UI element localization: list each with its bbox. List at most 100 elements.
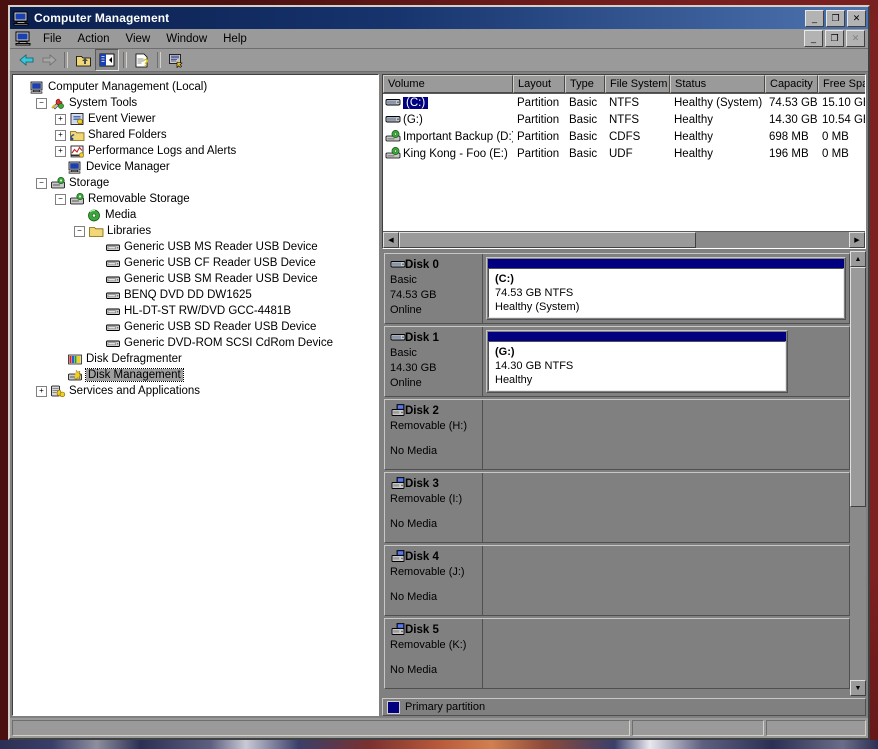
tree-item-label: Media xyxy=(105,209,136,221)
column-header-type[interactable]: Type xyxy=(565,75,605,93)
disk-row[interactable]: Disk 3Removable (I:)No Media xyxy=(384,472,850,543)
volume-list[interactable]: VolumeLayoutTypeFile SystemStatusCapacit… xyxy=(382,74,866,249)
console-tree-pane[interactable]: Computer Management (Local)− System Tool… xyxy=(12,74,379,716)
column-header-capacity[interactable]: Capacity xyxy=(765,75,818,93)
column-header-free-space[interactable]: Free Space xyxy=(818,75,866,93)
partition-type-bar xyxy=(488,259,844,268)
tree-item-device-manager[interactable]: Device Manager xyxy=(17,159,378,175)
cell-file-system: CDFS xyxy=(605,131,670,143)
hscroll-right-button[interactable]: ▶ xyxy=(849,232,865,248)
disk-name: Disk 4 xyxy=(405,551,439,563)
partition-block[interactable]: (C:)74.53 GB NTFSHealthy (System) xyxy=(486,257,846,320)
tree-item-shared-folders[interactable]: + Shared Folders xyxy=(17,127,378,143)
details-pane: VolumeLayoutTypeFile SystemStatusCapacit… xyxy=(382,74,866,716)
back-button[interactable] xyxy=(15,50,37,70)
tree-item-benq-dvd-dd-dw1625[interactable]: BENQ DVD DD DW1625 xyxy=(17,287,378,303)
disk-name: Disk 3 xyxy=(405,478,439,490)
show-hide-tree-button[interactable] xyxy=(95,49,119,71)
volume-list-header[interactable]: VolumeLayoutTypeFile SystemStatusCapacit… xyxy=(383,75,865,94)
tree-item-disk-defragmenter[interactable]: Disk Defragmenter xyxy=(17,351,378,367)
vscroll-track-lower[interactable] xyxy=(850,507,866,680)
tree-item-libraries[interactable]: −Libraries xyxy=(17,223,378,239)
tree-item-label: Removable Storage xyxy=(88,193,190,205)
menu-file[interactable]: File xyxy=(35,31,70,47)
hscroll-track[interactable] xyxy=(399,232,849,248)
menu-help[interactable]: Help xyxy=(215,31,255,47)
volume-list-body[interactable]: (C:)PartitionBasicNTFSHealthy (System)74… xyxy=(383,94,865,231)
disk-capacity: 74.53 GB xyxy=(390,288,482,302)
partition-block[interactable]: (G:)14.30 GB NTFSHealthy xyxy=(486,330,788,393)
tree-item-services-and-applications[interactable]: + Services and Applications xyxy=(17,383,378,399)
mdi-minimize-button[interactable]: _ xyxy=(804,30,823,47)
column-header-volume[interactable]: Volume xyxy=(383,75,513,93)
tree-item-computer-management-local[interactable]: Computer Management (Local) xyxy=(17,79,378,95)
table-row[interactable]: (G:)PartitionBasicNTFSHealthy14.30 GB10.… xyxy=(383,111,865,128)
computer-icon xyxy=(67,160,83,175)
tree-item-generic-usb-sd-reader-usb-device[interactable]: Generic USB SD Reader USB Device xyxy=(17,319,378,335)
vscroll-up-button[interactable]: ▲ xyxy=(850,251,866,267)
tree-item-generic-usb-cf-reader-usb-device[interactable]: Generic USB CF Reader USB Device xyxy=(17,255,378,271)
disk-row[interactable]: Disk 2Removable (H:)No Media xyxy=(384,399,850,470)
tree-item-system-tools[interactable]: − System Tools xyxy=(17,95,378,111)
removable-disk-icon xyxy=(390,476,405,491)
expand-icon[interactable]: + xyxy=(36,386,47,397)
disk-row[interactable]: Disk 5Removable (K:)No Media xyxy=(384,618,850,689)
tree-item-storage[interactable]: − Storage xyxy=(17,175,378,191)
expand-icon[interactable]: + xyxy=(55,146,66,157)
volume-list-hscrollbar[interactable]: ◀ ▶ xyxy=(383,231,865,248)
disk-name: Disk 1 xyxy=(405,332,439,344)
disk-info-panel[interactable]: Disk 2Removable (H:)No Media xyxy=(385,400,483,469)
close-button[interactable]: ✕ xyxy=(847,10,866,27)
disk-info-panel[interactable]: Disk 1Basic14.30 GBOnline xyxy=(385,327,483,396)
tree-item-generic-usb-sm-reader-usb-device[interactable]: Generic USB SM Reader USB Device xyxy=(17,271,378,287)
maximize-button[interactable]: ❐ xyxy=(826,10,845,27)
tree-item-generic-usb-ms-reader-usb-device[interactable]: Generic USB MS Reader USB Device xyxy=(17,239,378,255)
table-row[interactable]: King Kong - Foo (E:)PartitionBasicUDFHea… xyxy=(383,145,865,162)
disk-map-content[interactable]: Disk 0Basic74.53 GBOnline(C:)74.53 GB NT… xyxy=(382,251,850,696)
cell-layout: Partition xyxy=(513,97,565,109)
properties-button[interactable]: ? xyxy=(131,50,153,70)
disk-row[interactable]: Disk 0Basic74.53 GBOnline(C:)74.53 GB NT… xyxy=(384,253,850,324)
vscroll-thumb[interactable] xyxy=(850,267,866,507)
menu-window[interactable]: Window xyxy=(158,31,215,47)
tree-item-generic-dvd-rom-scsi-cdrom-device[interactable]: Generic DVD-ROM SCSI CdRom Device xyxy=(17,335,378,351)
collapse-icon[interactable]: − xyxy=(36,98,47,109)
minimize-button[interactable]: _ xyxy=(805,10,824,27)
tree-item-hl-dt-st-rw-dvd-gcc-4481b[interactable]: HL-DT-ST RW/DVD GCC-4481B xyxy=(17,303,378,319)
disk-title: Disk 1 xyxy=(390,330,482,345)
disk-info-panel[interactable]: Disk 4Removable (J:)No Media xyxy=(385,546,483,615)
hscroll-left-button[interactable]: ◀ xyxy=(383,232,399,248)
hscroll-thumb[interactable] xyxy=(399,232,696,248)
window-body: Computer Management (Local)− System Tool… xyxy=(10,72,868,718)
disk-info-panel[interactable]: Disk 3Removable (I:)No Media xyxy=(385,473,483,542)
tree-item-performance-logs-and-alerts[interactable]: + Performance Logs and Alerts xyxy=(17,143,378,159)
disk-info-panel[interactable]: Disk 5Removable (K:)No Media xyxy=(385,619,483,688)
tree-item-event-viewer[interactable]: + Event Viewer xyxy=(17,111,378,127)
disk-map-vscrollbar[interactable]: ▲ ▼ xyxy=(850,251,866,696)
menu-action[interactable]: Action xyxy=(70,31,118,47)
column-header-status[interactable]: Status xyxy=(670,75,765,93)
collapse-icon[interactable]: − xyxy=(36,178,47,189)
disk-info-panel[interactable]: Disk 0Basic74.53 GBOnline xyxy=(385,254,483,323)
mdi-restore-button[interactable]: ❐ xyxy=(825,30,844,47)
up-one-level-button[interactable] xyxy=(72,50,94,70)
menu-view[interactable]: View xyxy=(118,31,159,47)
table-row[interactable]: (C:)PartitionBasicNTFSHealthy (System)74… xyxy=(383,94,865,111)
taskbar[interactable] xyxy=(0,740,878,749)
column-header-layout[interactable]: Layout xyxy=(513,75,565,93)
rescan-disks-button[interactable] xyxy=(165,50,187,70)
collapse-icon[interactable]: − xyxy=(74,226,85,237)
column-header-file-system[interactable]: File System xyxy=(605,75,670,93)
disk-row[interactable]: Disk 1Basic14.30 GBOnline(G:)14.30 GB NT… xyxy=(384,326,850,397)
window-titlebar[interactable]: Computer Management _ ❐ ✕ xyxy=(10,7,868,29)
disk-row[interactable]: Disk 4Removable (J:)No Media xyxy=(384,545,850,616)
tree-item-media[interactable]: Media xyxy=(17,207,378,223)
tree-item-removable-storage[interactable]: − Removable Storage xyxy=(17,191,378,207)
expand-icon[interactable]: + xyxy=(55,114,66,125)
vscroll-down-button[interactable]: ▼ xyxy=(850,680,866,696)
collapse-icon[interactable]: − xyxy=(55,194,66,205)
table-row[interactable]: Important Backup (D:)PartitionBasicCDFSH… xyxy=(383,128,865,145)
expand-icon[interactable]: + xyxy=(55,130,66,141)
removable-storage-icon xyxy=(69,192,85,207)
tree-item-disk-management[interactable]: Disk Management xyxy=(17,367,378,383)
